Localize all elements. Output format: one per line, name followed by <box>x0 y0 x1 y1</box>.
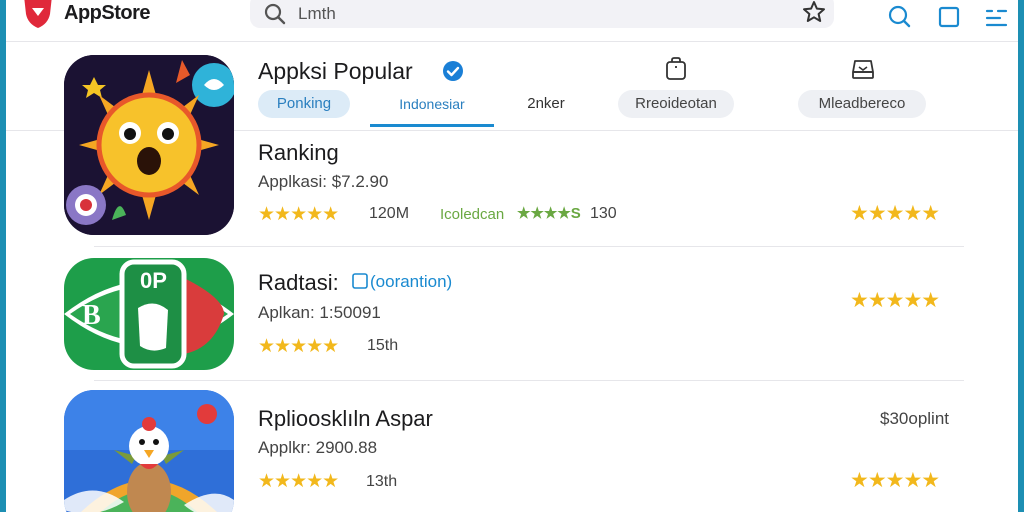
app-subtitle: Applkasi: $7.2.90 <box>258 172 389 191</box>
app-title[interactable]: Rplioosklıln Aspar <box>258 406 433 432</box>
tab-leaderboard[interactable]: Mleadbereco <box>798 90 926 118</box>
search-icon <box>264 3 286 25</box>
search-bar[interactable]: Lmth <box>250 0 834 28</box>
svg-text:B: B <box>82 300 101 331</box>
shopping-bag-icon[interactable] <box>663 56 689 82</box>
row-divider <box>94 380 964 381</box>
tab-indonesia[interactable]: Indonesiar <box>382 90 482 118</box>
top-bar: AppStore Lmth <box>6 0 1018 42</box>
app-size: 120M <box>369 205 410 222</box>
row-divider <box>94 246 964 247</box>
menu-icon[interactable] <box>984 4 1010 30</box>
sun-character-icon <box>64 55 234 235</box>
app-subtitle: Applkr: 2900.88 <box>258 438 378 457</box>
app-store-window: AppStore Lmth Appksi Popular Ponking Ind… <box>0 0 1024 512</box>
window-edge-right <box>1018 0 1024 512</box>
logo-icon[interactable] <box>20 0 56 30</box>
search-input[interactable]: Lmth <box>298 4 336 24</box>
app-subtitle: Aplkan: 1:50091 <box>258 303 381 322</box>
rating-stars: ★★★★★ <box>258 336 339 357</box>
search-icon[interactable] <box>886 4 912 30</box>
star-icon[interactable] <box>802 0 826 24</box>
app-icon-aspar[interactable] <box>64 390 234 512</box>
app-icon-radtasi[interactable]: 0P B <box>64 258 234 370</box>
app-name: AppStore <box>64 2 151 24</box>
app-title[interactable]: Radtasi: <box>258 270 339 296</box>
tab-recommendation[interactable]: Rreoideotan <box>618 90 734 118</box>
app-price[interactable]: $30oplint <box>880 409 949 429</box>
rating-stars-right: ★★★★★ <box>850 202 940 225</box>
app-link[interactable]: (oorantion) <box>370 272 452 292</box>
active-tab-indicator <box>370 124 494 127</box>
verified-check-icon <box>443 61 463 81</box>
square-icon <box>352 273 368 289</box>
card-game-icon: 0P B <box>64 258 234 370</box>
review-count: 15th <box>367 337 399 354</box>
rating-stars-right: ★★★★★ <box>850 469 940 492</box>
app-category: Icoledcan <box>440 206 505 223</box>
rating-stars-right: ★★★★★ <box>850 289 940 312</box>
review-count: 130 <box>590 205 617 222</box>
rating-stars: ★★★★★ <box>258 204 339 225</box>
bird-character-icon <box>64 390 234 512</box>
tab-sinker[interactable]: 2nker <box>510 90 582 118</box>
square-icon[interactable] <box>936 4 962 30</box>
rating-stars: ★★★★★ <box>258 471 339 492</box>
app-title[interactable]: Ranking <box>258 140 339 166</box>
section-title: Appksi Popular <box>258 58 413 84</box>
svg-text:0P: 0P <box>140 268 167 293</box>
category-badge: ★★★★S <box>517 205 581 222</box>
app-icon-ranking[interactable] <box>64 55 234 235</box>
tab-ranking[interactable]: Ponking <box>258 90 350 118</box>
window-edge-left <box>0 0 6 512</box>
review-count: 13th <box>366 473 398 490</box>
inbox-tray-icon[interactable] <box>850 56 876 82</box>
